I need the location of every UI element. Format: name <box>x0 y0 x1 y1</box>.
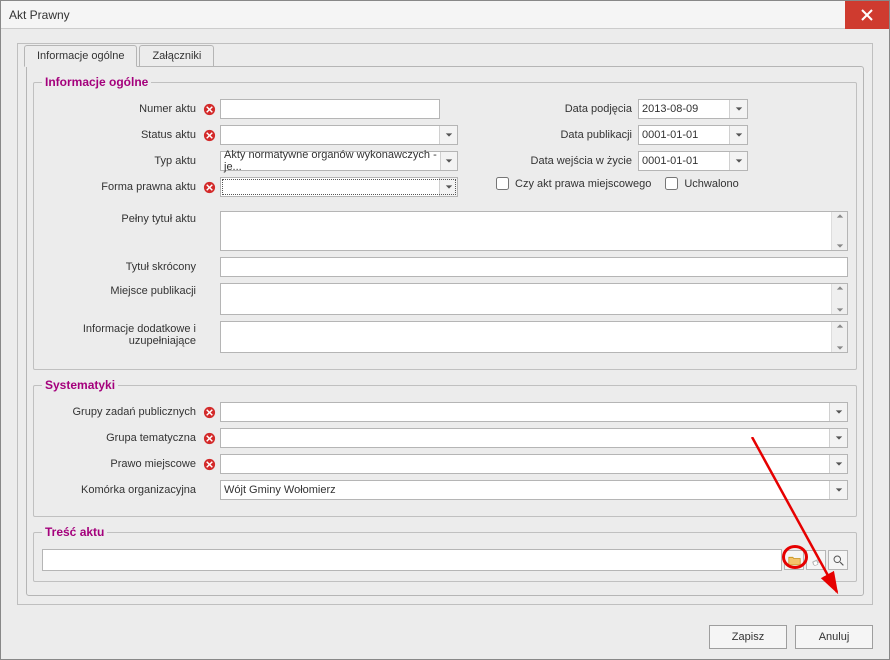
label-info-dod: Informacje dodatkowe i uzupełniające <box>42 321 202 347</box>
close-button[interactable] <box>845 1 889 29</box>
label-numer-aktu: Numer aktu <box>42 103 202 115</box>
chevron-down-icon <box>729 126 747 144</box>
fieldset-tresc: Treść aktu <box>33 525 857 582</box>
scrollbar[interactable] <box>831 212 847 250</box>
tab-attachments[interactable]: Załączniki <box>139 45 214 67</box>
chevron-down-icon <box>829 481 847 499</box>
label-data-podjecia: Data podjęcia <box>488 103 638 115</box>
required-icon <box>202 102 216 116</box>
fieldset-systematyki: Systematyki Grupy zadań publicznych Grup… <box>33 378 857 517</box>
fieldset-general: Informacje ogólne Numer aktu <box>33 75 857 370</box>
grupa-tem-select[interactable] <box>220 428 848 448</box>
label-status-aktu: Status aktu <box>42 129 202 141</box>
tab-general[interactable]: Informacje ogólne <box>24 45 137 67</box>
legend-systematyki: Systematyki <box>42 378 118 392</box>
label-data-publikacji: Data publikacji <box>488 129 638 141</box>
status-aktu-select[interactable] <box>220 125 458 145</box>
numer-aktu-input[interactable] <box>220 99 440 119</box>
label-prawo-miej: Prawo miejscowe <box>42 458 202 470</box>
required-icon <box>202 431 216 445</box>
tytul-skr-input[interactable] <box>220 257 848 277</box>
legend-tresc: Treść aktu <box>42 525 107 539</box>
main-panel: Informacje ogólne Załączniki Informacje … <box>17 43 873 605</box>
eraser-button[interactable] <box>806 550 826 570</box>
chevron-down-icon <box>729 152 747 170</box>
label-forma: Forma prawna aktu <box>42 181 202 193</box>
prawo-miej-select[interactable] <box>220 454 848 474</box>
chevron-down-icon <box>829 403 847 421</box>
typ-aktu-select[interactable]: Akty normatywne organów wykonawczych - j… <box>220 151 458 171</box>
required-icon <box>202 180 216 194</box>
required-icon <box>202 128 216 142</box>
eraser-icon <box>810 554 823 567</box>
scrollbar[interactable] <box>831 322 847 352</box>
cancel-button[interactable]: Anuluj <box>795 625 873 649</box>
required-icon <box>202 457 216 471</box>
uchwalono-checkbox[interactable] <box>665 177 678 190</box>
data-wejscia-input[interactable]: 0001-01-01 <box>638 151 748 171</box>
required-icon <box>202 405 216 419</box>
zoom-button[interactable] <box>828 550 848 570</box>
chevron-down-icon <box>439 126 457 144</box>
label-komorka: Komórka organizacyjna <box>42 484 202 496</box>
forma-select[interactable] <box>220 177 458 197</box>
label-data-wejscia: Data wejścia w życie <box>488 155 638 167</box>
window-title: Akt Prawny <box>9 8 70 22</box>
label-miejsce-pub: Miejsce publikacji <box>42 283 202 297</box>
close-icon <box>861 9 873 21</box>
data-publikacji-input[interactable]: 0001-01-01 <box>638 125 748 145</box>
scrollbar[interactable] <box>831 284 847 314</box>
info-dod-textarea[interactable] <box>220 321 848 353</box>
label-grupa-tem: Grupa tematyczna <box>42 432 202 444</box>
titlebar: Akt Prawny <box>1 1 889 29</box>
data-podjecia-input[interactable]: 2013-08-09 <box>638 99 748 119</box>
save-button[interactable]: Zapisz <box>709 625 787 649</box>
chevron-down-icon <box>829 455 847 473</box>
chevron-down-icon <box>829 429 847 447</box>
legend-general: Informacje ogólne <box>42 75 151 89</box>
miejsce-pub-textarea[interactable] <box>220 283 848 315</box>
open-file-button[interactable] <box>784 550 804 570</box>
typ-aktu-value: Akty normatywne organów wykonawczych - j… <box>224 149 440 173</box>
folder-icon <box>788 554 801 567</box>
chevron-down-icon <box>440 152 457 170</box>
label-uchwalono: Uchwalono <box>684 178 738 190</box>
chevron-down-icon <box>439 178 457 196</box>
label-typ-aktu: Typ aktu <box>42 155 202 167</box>
chevron-down-icon <box>729 100 747 118</box>
komorka-select[interactable]: Wójt Gminy Wołomierz <box>220 480 848 500</box>
label-tytul-skr: Tytuł skrócony <box>42 261 202 273</box>
label-grupy-zadan: Grupy zadań publicznych <box>42 406 202 418</box>
grupy-zadan-select[interactable] <box>220 402 848 422</box>
label-pelny-tytul: Pełny tytuł aktu <box>42 211 202 225</box>
magnifier-icon <box>832 554 845 567</box>
czy-akt-checkbox[interactable] <box>496 177 509 190</box>
label-czy-akt: Czy akt prawa miejscowego <box>515 178 651 190</box>
tresc-input[interactable] <box>42 549 782 571</box>
pelny-tytul-textarea[interactable] <box>220 211 848 251</box>
